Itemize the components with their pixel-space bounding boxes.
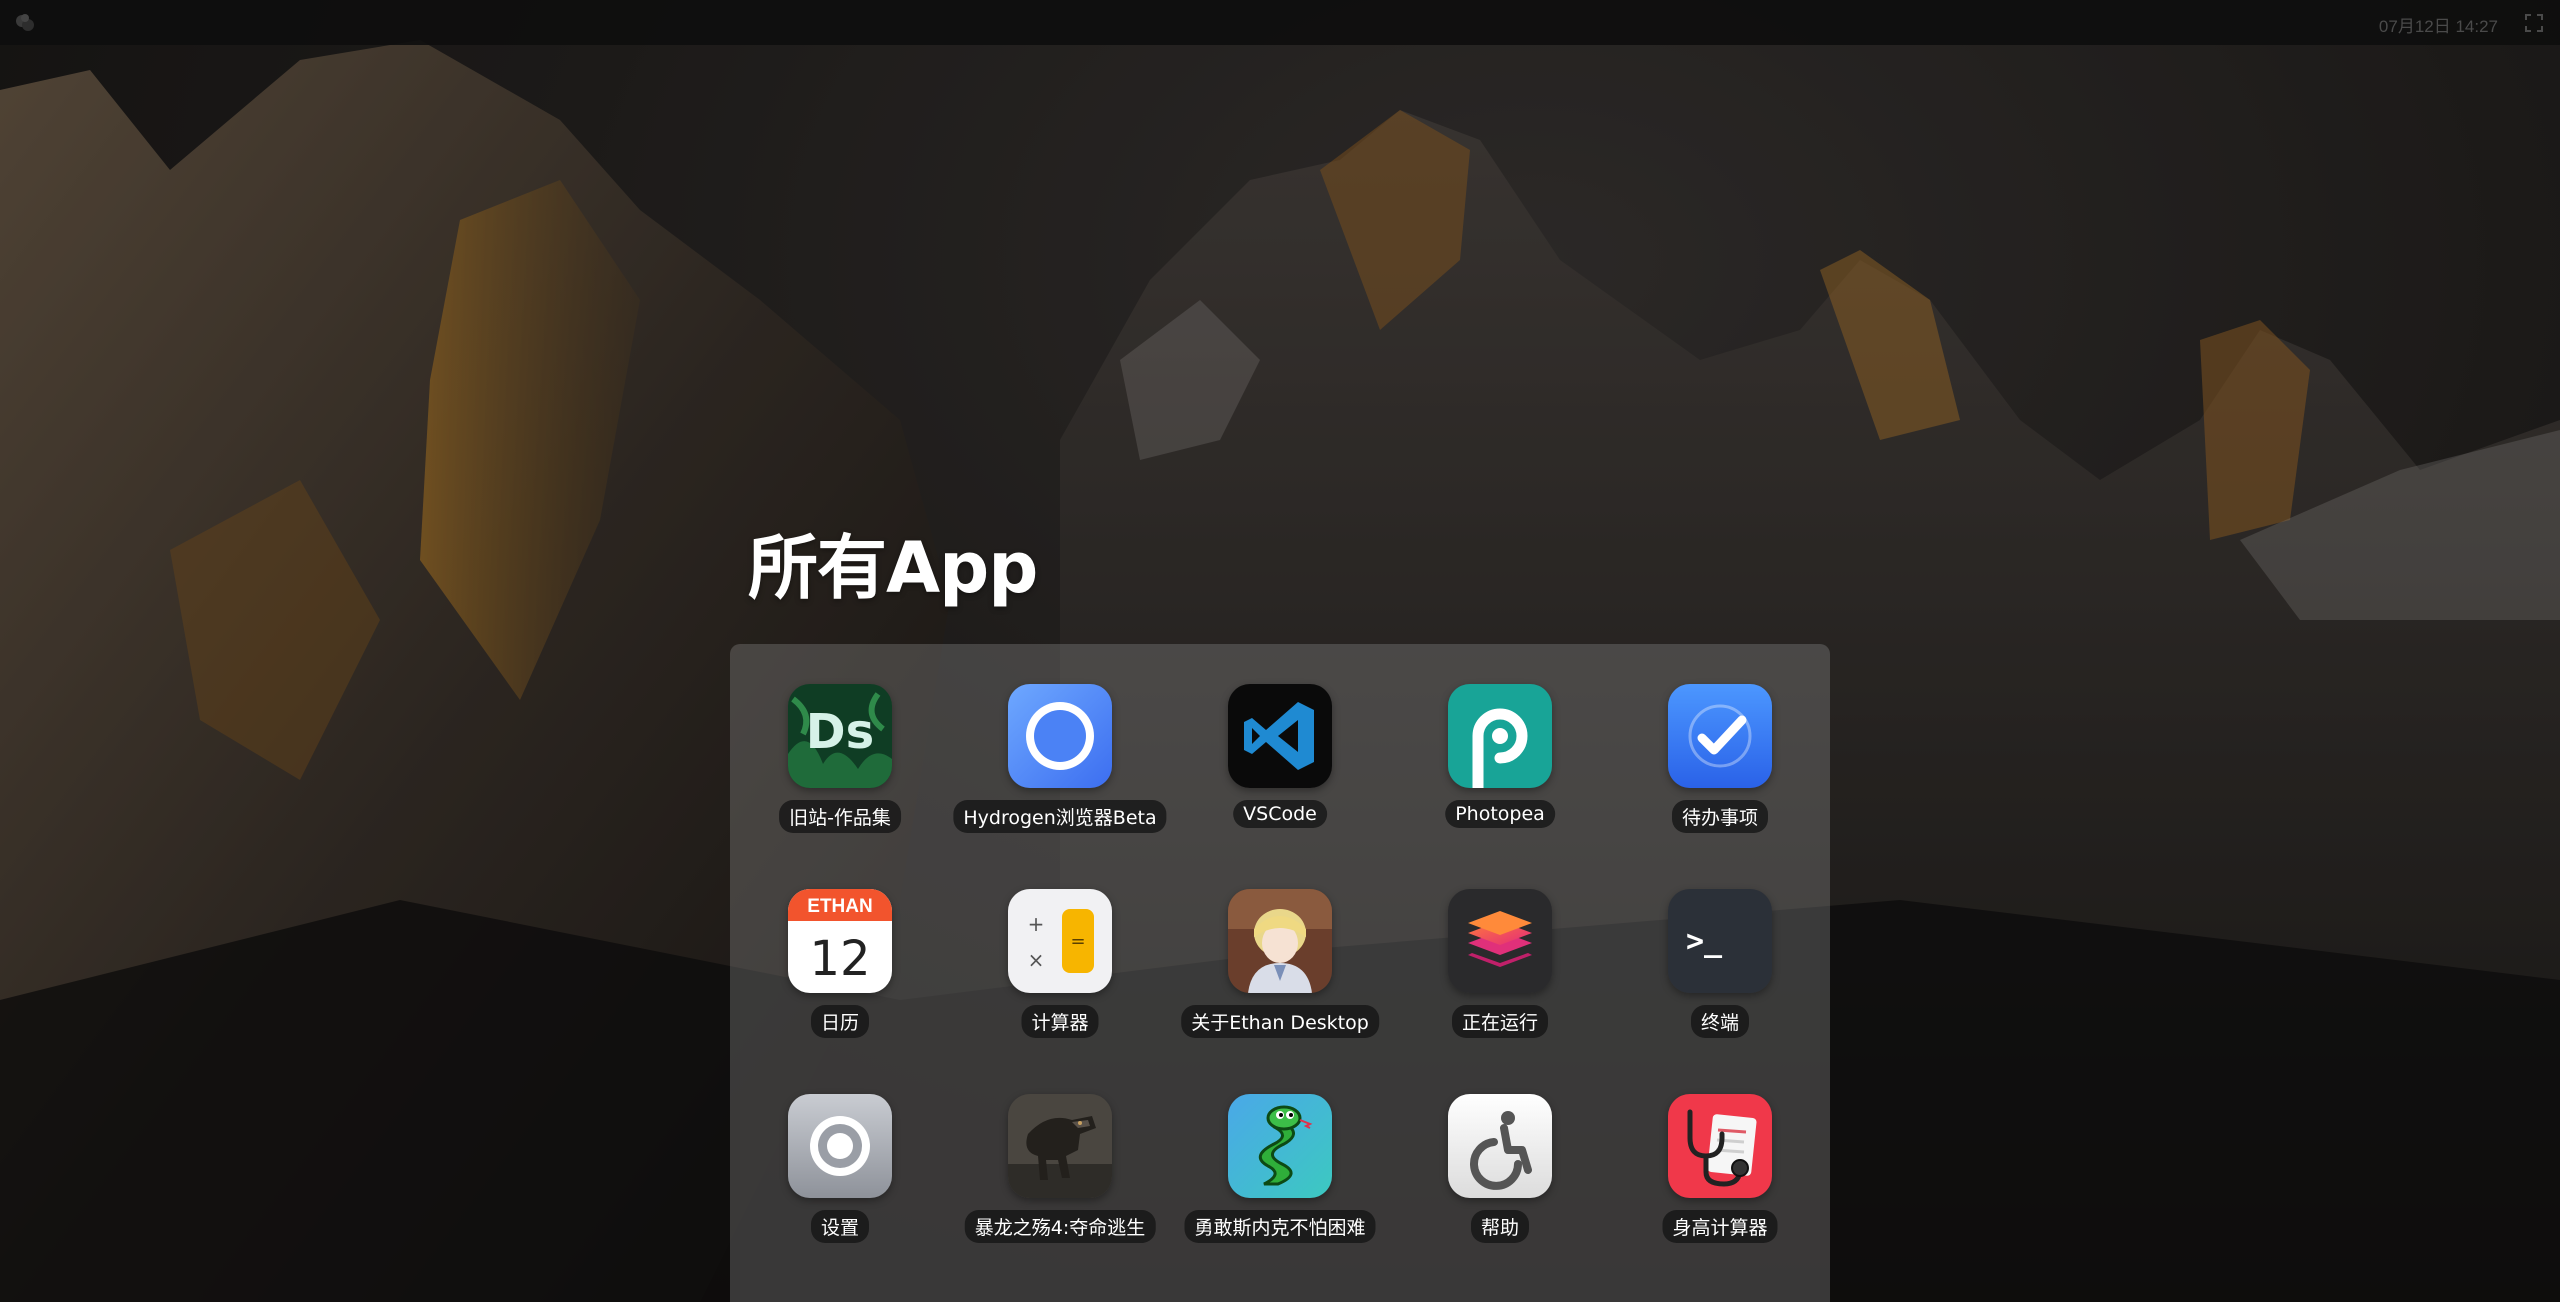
todo-icon bbox=[1668, 684, 1772, 788]
app-label: VSCode bbox=[1233, 800, 1327, 828]
app-settings[interactable]: 设置 bbox=[730, 1054, 950, 1243]
app-label: 身高计算器 bbox=[1662, 1210, 1778, 1243]
browser-icon bbox=[1008, 684, 1112, 788]
app-snake-game[interactable]: 勇敢斯内克不怕困难 bbox=[1170, 1054, 1390, 1243]
photopea-icon bbox=[1448, 684, 1552, 788]
app-label: Photopea bbox=[1445, 800, 1555, 828]
dinosaur-game-icon bbox=[1008, 1094, 1112, 1198]
ethan-desktop-logo-icon[interactable] bbox=[14, 12, 36, 34]
app-running[interactable]: 正在运行 bbox=[1390, 849, 1610, 1038]
app-help[interactable]: 帮助 bbox=[1390, 1054, 1610, 1243]
vscode-icon bbox=[1228, 684, 1332, 788]
avatar-icon bbox=[1228, 889, 1332, 993]
calendar-header: ETHAN bbox=[807, 896, 872, 917]
app-vscode[interactable]: VSCode bbox=[1170, 644, 1390, 828]
ds-portfolio-icon: Ds bbox=[788, 684, 892, 788]
svg-text:Ds: Ds bbox=[806, 704, 874, 760]
app-launcher-panel: Ds 旧站-作品集 Hydrogen浏览器Beta VSCode Photope… bbox=[730, 644, 1830, 1302]
app-label: 日历 bbox=[810, 1005, 870, 1038]
app-height-calculator[interactable]: 身高计算器 bbox=[1610, 1054, 1830, 1243]
app-calculator[interactable]: + × = 计算器 bbox=[950, 849, 1170, 1038]
app-browser[interactable]: Hydrogen浏览器Beta bbox=[950, 644, 1170, 833]
app-label: 勇敢斯内克不怕困难 bbox=[1184, 1210, 1376, 1243]
app-label: 暴龙之殇4:夺命逃生 bbox=[964, 1210, 1156, 1243]
app-label: 计算器 bbox=[1021, 1005, 1099, 1038]
app-dinosaur-game[interactable]: 暴龙之殇4:夺命逃生 bbox=[950, 1054, 1170, 1243]
app-label: Hydrogen浏览器Beta bbox=[953, 800, 1167, 833]
page-title: 所有App bbox=[748, 527, 1038, 609]
app-label: 帮助 bbox=[1470, 1210, 1530, 1243]
clock: 07月12日 14:27 bbox=[2378, 17, 2498, 36]
app-label: 关于Ethan Desktop bbox=[1181, 1005, 1379, 1038]
accessibility-icon bbox=[1448, 1094, 1552, 1198]
calculator-icon: + × = bbox=[1008, 889, 1112, 993]
app-todo[interactable]: 待办事项 bbox=[1610, 644, 1830, 833]
top-menu-bar: 07月12日 14:27 bbox=[0, 0, 2560, 45]
stethoscope-icon bbox=[1668, 1094, 1772, 1198]
terminal-prompt: >_ bbox=[1686, 924, 1723, 959]
svg-text:=: = bbox=[1070, 931, 1085, 952]
app-label: 设置 bbox=[810, 1210, 870, 1243]
svg-text:+: + bbox=[1028, 912, 1045, 936]
fullscreen-icon[interactable] bbox=[2524, 13, 2544, 33]
app-label: 正在运行 bbox=[1451, 1005, 1549, 1038]
app-photopea[interactable]: Photopea bbox=[1390, 644, 1610, 828]
app-about[interactable]: 关于Ethan Desktop bbox=[1170, 849, 1390, 1038]
app-portfolio[interactable]: Ds 旧站-作品集 bbox=[730, 644, 950, 833]
svg-text:×: × bbox=[1028, 948, 1045, 972]
calendar-day: 12 bbox=[809, 931, 870, 987]
calendar-icon: ETHAN 12 bbox=[788, 889, 892, 993]
terminal-icon: >_ bbox=[1668, 889, 1772, 993]
app-label: 旧站-作品集 bbox=[779, 800, 901, 833]
app-terminal[interactable]: >_ 终端 bbox=[1610, 849, 1830, 1038]
app-label: 待办事项 bbox=[1671, 800, 1769, 833]
app-label: 终端 bbox=[1690, 1005, 1750, 1038]
app-calendar[interactable]: ETHAN 12 日历 bbox=[730, 849, 950, 1038]
snake-game-icon bbox=[1228, 1094, 1332, 1198]
settings-icon bbox=[788, 1094, 892, 1198]
layers-icon bbox=[1448, 889, 1552, 993]
